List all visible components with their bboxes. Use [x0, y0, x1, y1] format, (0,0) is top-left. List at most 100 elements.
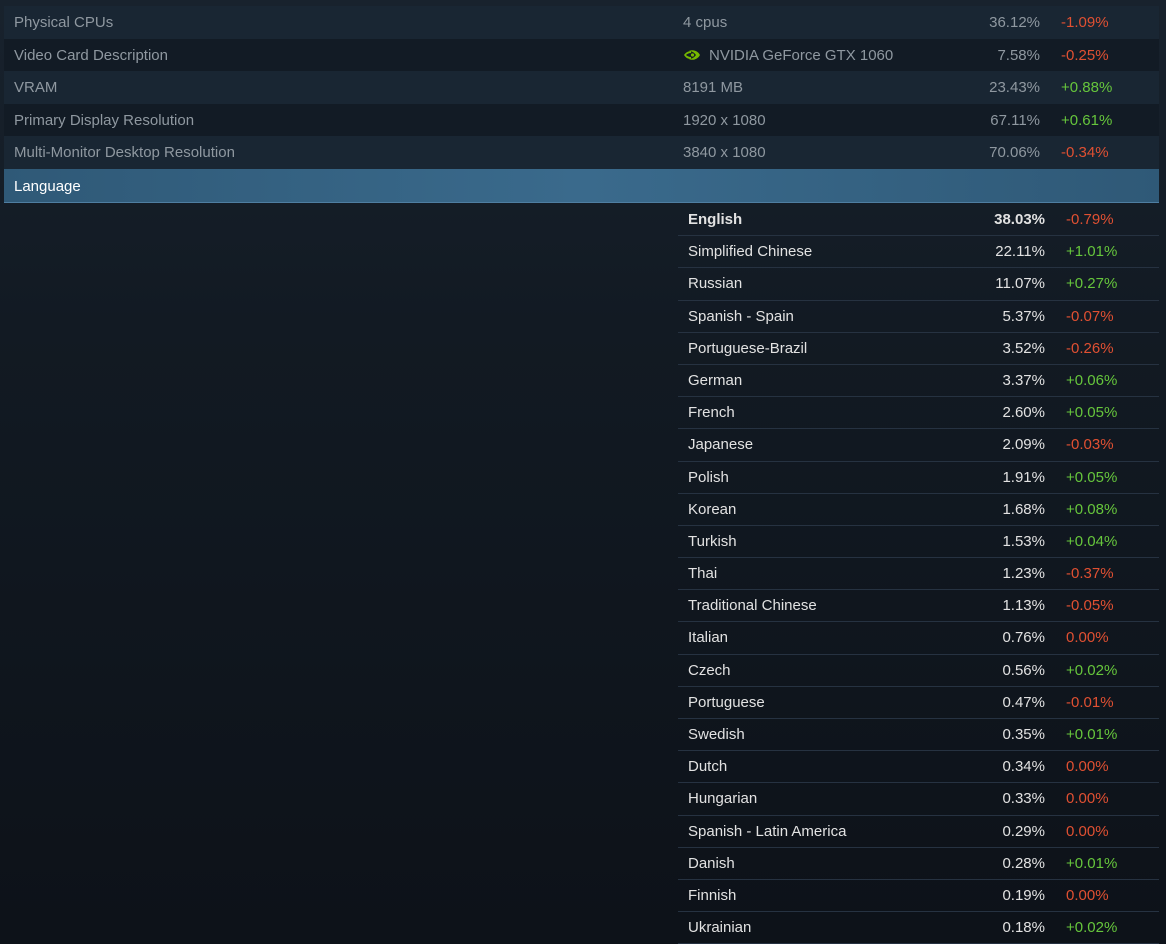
- language-percentage: 1.53%: [1002, 532, 1045, 550]
- language-change: +0.05%: [1066, 468, 1118, 486]
- summary-label: Multi-Monitor Desktop Resolution: [14, 144, 235, 161]
- language-percentage: 0.47%: [1002, 693, 1045, 711]
- language-change: 0.00%: [1066, 758, 1109, 776]
- summary-row-primary-display: Primary Display Resolution 1920 x 1080 6…: [4, 103, 1159, 136]
- language-change: -0.07%: [1066, 307, 1114, 325]
- language-percentage: 5.37%: [1002, 307, 1045, 325]
- language-row: French 2.60% +0.05%: [678, 397, 1159, 430]
- language-name: French: [688, 404, 735, 422]
- summary-change: -1.09%: [1061, 14, 1109, 31]
- language-name: Polish: [688, 468, 729, 486]
- language-name: Finnish: [688, 886, 737, 904]
- summary-change: +0.88%: [1061, 79, 1113, 96]
- language-row: Simplified Chinese 22.11% +1.01%: [678, 236, 1159, 269]
- language-percentage: 0.28%: [1002, 854, 1045, 872]
- summary-row-physical-cpus: Physical CPUs 4 cpus 36.12% -1.09%: [4, 6, 1159, 39]
- language-name: Spanish - Latin America: [688, 822, 847, 840]
- summary-row-video-card: Video Card Description NVIDIA GeForce GT…: [4, 38, 1159, 71]
- language-change: -0.26%: [1066, 339, 1114, 357]
- language-percentage: 1.23%: [1002, 565, 1045, 583]
- language-percentage: 0.19%: [1002, 886, 1045, 904]
- language-name: Hungarian: [688, 790, 758, 808]
- summary-percentage: 36.12%: [989, 14, 1040, 31]
- summary-change: +0.61%: [1061, 111, 1113, 129]
- language-percentage: 1.13%: [1002, 597, 1045, 615]
- language-percentage: 1.68%: [1002, 500, 1045, 518]
- language-change: 0.00%: [1066, 822, 1109, 840]
- language-change: 0.00%: [1066, 790, 1109, 808]
- language-name: Russian: [688, 275, 743, 293]
- language-name: English: [688, 211, 743, 228]
- language-row: Ukrainian 0.18% +0.02%: [678, 912, 1159, 944]
- language-name: Portuguese: [688, 693, 765, 711]
- language-name: Swedish: [688, 726, 745, 743]
- language-percentage: 0.33%: [1002, 790, 1045, 808]
- language-percentage: 0.29%: [1002, 822, 1045, 840]
- summary-label: Physical CPUs: [14, 14, 114, 31]
- language-row: Swedish 0.35% +0.01%: [678, 719, 1159, 752]
- language-name: Turkish: [688, 532, 737, 550]
- language-change: +0.08%: [1066, 500, 1118, 518]
- language-percentage: 0.76%: [1002, 629, 1045, 647]
- language-change: +0.01%: [1066, 726, 1118, 743]
- summary-table: Physical CPUs 4 cpus 36.12% -1.09% Video…: [4, 6, 1159, 203]
- language-name: Italian: [688, 629, 729, 647]
- language-row: English 38.03% -0.79%: [678, 204, 1159, 237]
- language-change: +0.04%: [1066, 532, 1118, 550]
- language-row: Danish 0.28% +0.01%: [678, 848, 1159, 880]
- language-change: +0.05%: [1066, 404, 1118, 422]
- language-percentage: 0.34%: [1002, 758, 1045, 776]
- language-change: +0.27%: [1066, 275, 1118, 293]
- language-row: Italian 0.76% 0.00%: [678, 622, 1159, 655]
- language-row: Polish 1.91% +0.05%: [678, 462, 1159, 494]
- language-row: German 3.37% +0.06%: [678, 365, 1159, 398]
- language-name: Ukrainian: [688, 919, 752, 937]
- language-row: Portuguese-Brazil 3.52% -0.26%: [678, 333, 1159, 365]
- language-percentage: 11.07%: [995, 275, 1045, 293]
- language-name: Thai: [688, 565, 718, 583]
- language-percentage: 2.09%: [1002, 436, 1045, 454]
- language-percentage: 3.37%: [1002, 371, 1045, 389]
- language-change: -0.37%: [1066, 565, 1114, 583]
- language-change: -0.03%: [1066, 436, 1114, 454]
- summary-value: 4 cpus: [683, 14, 728, 31]
- language-row: Spanish - Latin America 0.29% 0.00%: [678, 816, 1159, 848]
- summary-percentage: 23.43%: [989, 79, 1040, 96]
- nvidia-logo-icon: [683, 48, 701, 62]
- language-name: Czech: [688, 661, 731, 679]
- language-change: 0.00%: [1066, 629, 1109, 647]
- language-row: Spanish - Spain 5.37% -0.07%: [678, 301, 1159, 333]
- language-change: +1.01%: [1066, 243, 1118, 261]
- summary-label: Video Card Description: [14, 46, 168, 64]
- summary-value: 8191 MB: [683, 79, 744, 96]
- summary-row-multi-monitor: Multi-Monitor Desktop Resolution 3840 x …: [4, 136, 1159, 169]
- summary-percentage: 70.06%: [989, 144, 1040, 161]
- language-change: +0.02%: [1066, 661, 1118, 679]
- language-name: Japanese: [688, 436, 754, 454]
- language-change: -0.79%: [1066, 211, 1114, 228]
- summary-value: 1920 x 1080: [683, 111, 766, 129]
- language-change: +0.06%: [1066, 371, 1118, 389]
- language-change: +0.01%: [1066, 854, 1118, 872]
- language-name: Korean: [688, 500, 737, 518]
- language-list: English 38.03% -0.79% Simplified Chinese 22.…: [678, 204, 1159, 944]
- language-row: Korean 1.68% +0.08%: [678, 494, 1159, 526]
- language-change: 0.00%: [1066, 886, 1109, 904]
- summary-label: VRAM: [14, 79, 58, 96]
- hardware-survey-page: Physical CPUs 4 cpus 36.12% -1.09% Video…: [0, 0, 1166, 944]
- language-change: +0.02%: [1066, 919, 1118, 937]
- summary-value: NVIDIA GeForce GTX 1060: [683, 47, 893, 64]
- language-percentage: 2.60%: [1002, 404, 1045, 422]
- language-row: Finnish 0.19% 0.00%: [678, 880, 1159, 913]
- language-name: German: [688, 371, 743, 389]
- language-percentage: 38.03%: [994, 211, 1045, 228]
- summary-row-vram: VRAM 8191 MB 23.43% +0.88%: [4, 71, 1159, 104]
- language-percentage: 0.18%: [1002, 919, 1045, 937]
- language-percentage: 1.91%: [1002, 468, 1045, 486]
- language-percentage: 3.52%: [1002, 339, 1045, 357]
- language-change: -0.05%: [1066, 597, 1114, 615]
- language-row: Traditional Chinese 1.13% -0.05%: [678, 590, 1159, 623]
- language-row: Hungarian 0.33% 0.00%: [678, 783, 1159, 816]
- language-percentage: 22.11%: [995, 243, 1045, 261]
- section-header-language[interactable]: Language: [4, 168, 1159, 203]
